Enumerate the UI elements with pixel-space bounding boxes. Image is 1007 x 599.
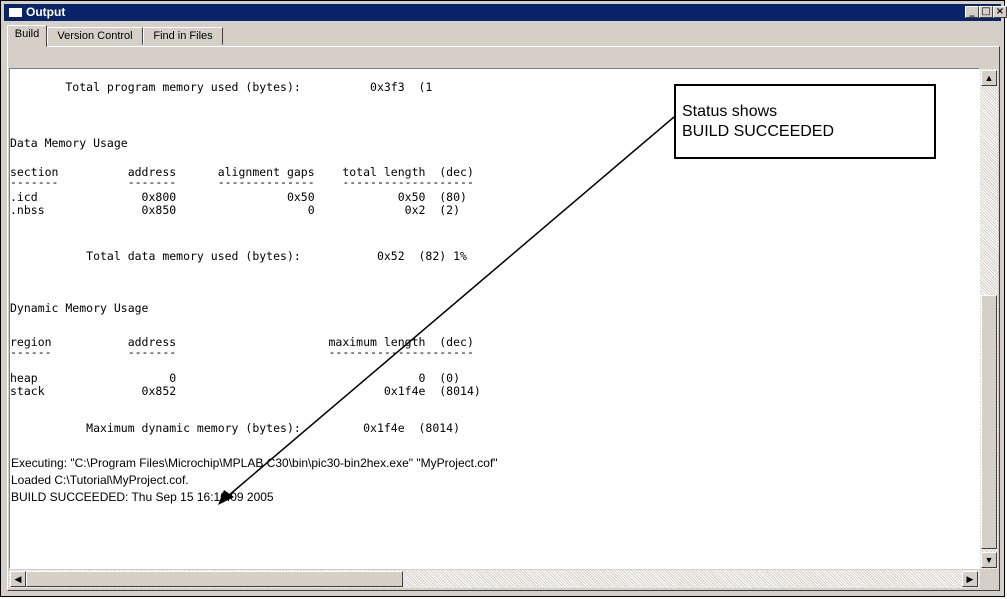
window-icon — [9, 8, 22, 17]
scroll-down-button[interactable]: ▼ — [981, 552, 997, 568]
vertical-scrollbar[interactable]: ▲ ▼ — [980, 69, 998, 569]
minimize-button[interactable]: _ — [965, 6, 979, 18]
scroll-right-button[interactable]: ▶ — [962, 571, 978, 587]
program-memory-total: Total program memory used (bytes): 0x3f3… — [10, 80, 433, 94]
data-memory-header: Data Memory Usage — [10, 136, 128, 150]
scrollbar-corner — [980, 570, 998, 588]
build-status-message: BUILD SUCCEEDED: Thu Sep 15 16:10:09 200… — [11, 490, 274, 504]
data-memory-row: .nbss 0x850 0 0x2 (2) — [10, 203, 461, 217]
horizontal-scroll-thumb[interactable] — [26, 571, 403, 587]
loaded-message: Loaded C:\Tutorial\MyProject.cof. — [11, 473, 189, 487]
callout-line-1: Status shows — [682, 103, 778, 120]
data-memory-row: .icd 0x800 0x50 0x50 (80) — [10, 190, 467, 204]
scroll-left-button[interactable]: ◀ — [10, 571, 26, 587]
scroll-up-button[interactable]: ▲ — [981, 70, 997, 86]
tab-find-in-files[interactable]: Find in Files — [143, 27, 223, 45]
dynamic-memory-header: Dynamic Memory Usage — [10, 301, 149, 315]
dynamic-memory-rule: ------ ------- --------------------- — [10, 345, 474, 359]
dynamic-memory-total: Maximum dynamic memory (bytes): 0x1f4e (… — [10, 421, 461, 435]
tab-version-control[interactable]: Version Control — [47, 27, 143, 45]
vertical-scroll-thumb[interactable] — [981, 295, 997, 549]
maximize-button[interactable]: □ — [979, 6, 993, 18]
title-bar[interactable]: Output _ □ × — [4, 4, 1007, 21]
executing-message: Executing: "C:\Program Files\Microchip\M… — [11, 456, 498, 470]
data-memory-rule: ------- ------- -------------- ---------… — [10, 175, 474, 189]
dynamic-memory-row: stack 0x852 0x1f4e (8014) — [10, 384, 481, 398]
dynamic-memory-row: heap 0 0 (0) — [10, 371, 461, 385]
annotation-callout: Status shows BUILD SUCCEEDED — [674, 84, 936, 159]
window-title: Output — [26, 5, 66, 19]
tab-build[interactable]: Build — [7, 25, 47, 47]
callout-line-2: BUILD SUCCEEDED — [682, 123, 835, 140]
close-button[interactable]: × — [993, 6, 1007, 18]
data-memory-total: Total data memory used (bytes): 0x52 (82… — [10, 249, 467, 263]
horizontal-scrollbar[interactable]: ◀ ▶ — [9, 570, 980, 588]
